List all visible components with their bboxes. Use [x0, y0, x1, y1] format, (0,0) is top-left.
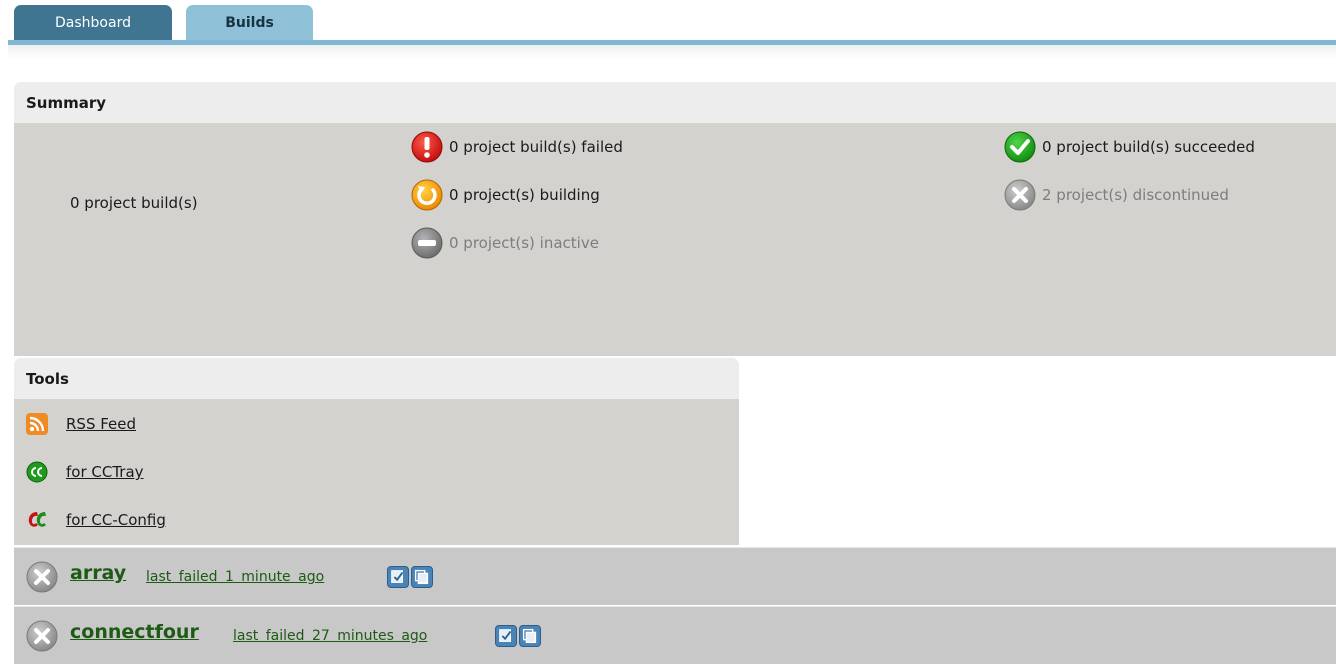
force-build-button[interactable] [387, 566, 409, 588]
cctray-link[interactable]: for CCTray [66, 463, 144, 481]
tab-shadow [8, 45, 1336, 59]
rss-feed-link[interactable]: RSS Feed [66, 415, 136, 433]
project-name-link[interactable]: connectfour [70, 621, 199, 643]
stat-discontinued: 2 project(s) discontinued [1004, 178, 1229, 212]
inactive-icon [411, 227, 443, 259]
copy-icon [414, 569, 429, 585]
tab-bar: Dashboard Builds [0, 0, 1336, 59]
tab-dashboard[interactable]: Dashboard [14, 5, 172, 40]
tab-builds-label: Builds [225, 14, 274, 31]
project-row-connectfour: connectfour last failed 27 minutes ago [14, 606, 1336, 664]
tab-builds[interactable]: Builds [186, 5, 313, 40]
tab-dashboard-label: Dashboard [55, 14, 131, 31]
stat-failed-text: 0 project build(s) failed [449, 138, 623, 156]
tools-header: Tools [14, 358, 739, 399]
copy-icon [522, 628, 537, 644]
discontinued-icon [26, 561, 58, 593]
building-icon [411, 179, 443, 211]
stat-discontinued-text: 2 project(s) discontinued [1042, 186, 1229, 204]
discontinued-icon [26, 620, 58, 652]
stat-failed: 0 project build(s) failed [411, 130, 623, 164]
stat-inactive: 0 project(s) inactive [411, 226, 599, 260]
tool-rss: RSS Feed [26, 412, 136, 436]
summary-title: Summary [26, 93, 107, 112]
stat-building: 0 project(s) building [411, 178, 600, 212]
succeeded-icon [1004, 131, 1036, 163]
stat-inactive-text: 0 project(s) inactive [449, 234, 599, 252]
checklist-icon [499, 629, 512, 642]
cctray-icon [26, 461, 48, 483]
failed-icon [411, 131, 443, 163]
copy-button[interactable] [411, 566, 433, 588]
force-build-button[interactable] [495, 625, 517, 647]
tools-title: Tools [26, 369, 69, 388]
project-detail-link[interactable]: last failed 1 minute ago [146, 569, 324, 585]
ccconfig-link[interactable]: for CC-Config [66, 511, 166, 529]
copy-button[interactable] [519, 625, 541, 647]
stat-succeeded-text: 0 project build(s) succeeded [1042, 138, 1255, 156]
stat-succeeded: 0 project build(s) succeeded [1004, 130, 1255, 164]
project-detail-link[interactable]: last failed 27 minutes ago [233, 628, 427, 644]
stat-building-text: 0 project(s) building [449, 186, 600, 204]
rss-icon [26, 413, 48, 435]
project-row-array: array last failed 1 minute ago [14, 547, 1336, 605]
summary-header: Summary [14, 82, 1336, 123]
project-name-link[interactable]: array [70, 562, 126, 584]
tool-ccconfig: for CC-Config [26, 508, 166, 532]
discontinued-icon [1004, 179, 1036, 211]
ccconfig-icon [28, 512, 46, 527]
summary-total: 0 project build(s) [70, 194, 198, 212]
checklist-icon [391, 570, 404, 583]
tool-cctray: for CCTray [26, 460, 144, 484]
